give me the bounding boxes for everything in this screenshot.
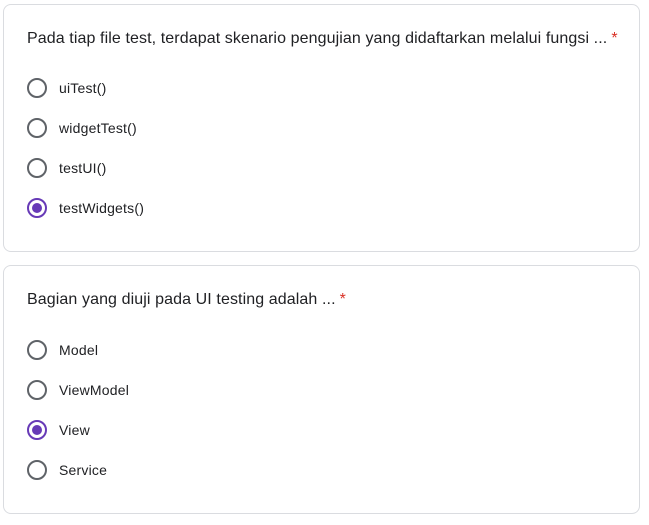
option-label: testWidgets() bbox=[59, 200, 145, 216]
option-label: testUI() bbox=[59, 160, 107, 176]
radio-button[interactable] bbox=[27, 118, 47, 138]
radio-option-viewmodel[interactable]: ViewModel bbox=[27, 378, 129, 402]
option-label: ViewModel bbox=[59, 382, 130, 398]
question-card: Bagian yang diuji pada UI testing adalah… bbox=[3, 265, 640, 514]
radio-option-widgettest[interactable]: widgetTest() bbox=[27, 116, 137, 140]
question-title: Pada tiap file test, terdapat skenario p… bbox=[27, 30, 618, 47]
radio-option-testui[interactable]: testUI() bbox=[27, 156, 107, 180]
required-asterisk: * bbox=[339, 291, 346, 308]
radio-option-model[interactable]: Model bbox=[27, 338, 98, 362]
question-title: Bagian yang diuji pada UI testing adalah… bbox=[27, 291, 346, 308]
radio-button[interactable] bbox=[27, 158, 47, 178]
question-card: Pada tiap file test, terdapat skenario p… bbox=[3, 4, 640, 252]
radio-button[interactable] bbox=[27, 340, 47, 360]
option-label: widgetTest() bbox=[59, 120, 137, 136]
radio-option-testwidgets[interactable]: testWidgets() bbox=[27, 196, 144, 220]
radio-button[interactable] bbox=[27, 380, 47, 400]
radio-option-uitest[interactable]: uiTest() bbox=[27, 76, 107, 100]
radio-button[interactable] bbox=[27, 78, 47, 98]
option-label: View bbox=[59, 422, 90, 438]
radio-button-selected[interactable] bbox=[27, 198, 47, 218]
option-label: uiTest() bbox=[59, 80, 107, 96]
radio-option-view[interactable]: View bbox=[27, 418, 90, 442]
radio-option-service[interactable]: Service bbox=[27, 458, 107, 482]
radio-button[interactable] bbox=[27, 460, 47, 480]
option-label: Service bbox=[59, 462, 108, 478]
required-asterisk: * bbox=[611, 30, 618, 47]
option-label: Model bbox=[59, 342, 99, 358]
radio-button-selected[interactable] bbox=[27, 420, 47, 440]
